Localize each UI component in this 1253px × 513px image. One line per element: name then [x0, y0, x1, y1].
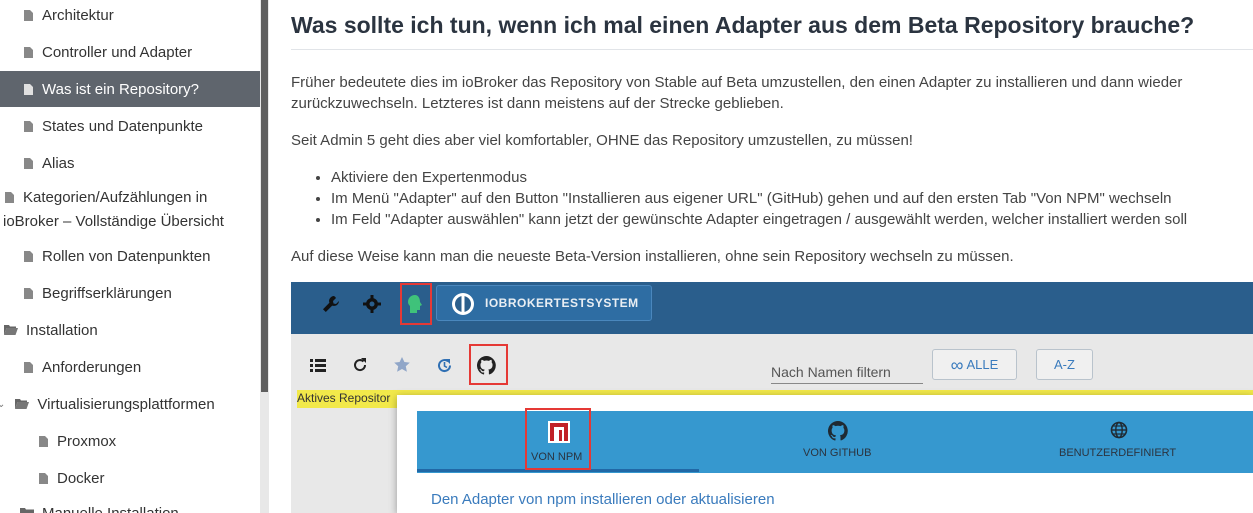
system-selector[interactable]: IOBROKERTESTSYSTEM — [436, 285, 652, 321]
document-icon — [39, 472, 48, 484]
sidebar-item-begriffe[interactable]: Begriffserklärungen — [24, 282, 172, 304]
iobroker-logo-icon — [452, 293, 474, 315]
paragraph-1: Früher bedeutete dies im ioBroker das Re… — [291, 72, 1253, 114]
sidebar-item-label: Kategorien/Aufzählungen in — [23, 188, 208, 206]
sidebar-item-label: Anforderungen — [42, 358, 142, 376]
sidebar-nav: Architektur Controller und Adapter Was i… — [0, 0, 260, 513]
tab-benutzerdefiniert[interactable]: BENUTZERDEFINIERT — [1057, 409, 1187, 469]
sidebar-item-kategorien[interactable]: Kategorien/Aufzählungen in — [5, 186, 207, 208]
list-item: Im Feld "Adapter auswählen" kann jetzt d… — [331, 209, 1253, 230]
tab-von-github[interactable]: VON GITHUB — [797, 409, 887, 469]
paragraph-2: Seit Admin 5 geht dies aber viel komfort… — [291, 132, 913, 149]
sidebar-item-virtualisierung[interactable]: ⌄ Virtualisierungsplattformen — [0, 393, 215, 415]
sidebar-item-label: States und Datenpunkte — [42, 117, 203, 135]
system-name: IOBROKERTESTSYSTEM — [485, 296, 639, 310]
document-icon — [24, 46, 33, 58]
sidebar-item-manuell[interactable]: Manuelle Installation — [20, 502, 179, 513]
button-label: ALLE — [966, 357, 999, 372]
wrench-icon[interactable] — [321, 294, 341, 314]
document-icon — [5, 191, 14, 203]
sidebar-item-label: ioBroker – Vollständige Übersicht — [3, 212, 224, 230]
divider — [291, 49, 1253, 50]
sidebar-item-label: Docker — [57, 469, 105, 487]
list-item: Aktiviere den Expertenmodus — [331, 167, 1253, 188]
page-title: Was sollte ich tun, wenn ich mal einen A… — [291, 12, 1195, 38]
sidebar-item-states[interactable]: States und Datenpunkte — [24, 115, 203, 137]
tab-label: VON GITHUB — [803, 447, 872, 459]
paragraph-1-line-1: Früher bedeutete dies im ioBroker das Re… — [291, 74, 1183, 91]
sidebar-item-label: Installation — [26, 321, 98, 339]
document-icon — [24, 361, 33, 373]
folder-open-icon — [15, 399, 30, 409]
globe-icon — [1110, 421, 1128, 439]
sidebar-item-repository[interactable]: Was ist ein Repository? — [0, 71, 260, 107]
github-icon — [828, 421, 848, 441]
sidebar-item-controller[interactable]: Controller und Adapter — [24, 41, 192, 63]
document-icon — [39, 435, 48, 447]
sidebar-item-alias[interactable]: Alias — [24, 152, 75, 174]
sidebar-item-kategorien-line2[interactable]: ioBroker – Vollständige Übersicht — [3, 210, 224, 232]
sidebar-item-rollen[interactable]: Rollen von Datenpunkten — [24, 245, 210, 267]
paragraph-1-line-2: zurückzuwechseln. Letzteres ist dann mei… — [291, 95, 784, 112]
list-view-icon[interactable] — [310, 358, 326, 372]
sidebar-item-label: Begriffserklärungen — [42, 284, 172, 302]
document-icon — [24, 83, 33, 95]
sidebar-item-label: Controller und Adapter — [42, 43, 193, 61]
bullet-list: Aktiviere den Expertenmodus Im Menü "Ada… — [291, 167, 1253, 230]
update-icon[interactable] — [436, 357, 453, 374]
sidebar-item-label: Proxmox — [57, 432, 117, 450]
document-icon — [24, 9, 33, 21]
sidebar-item-architektur[interactable]: Architektur — [24, 4, 114, 26]
sidebar-item-anforderungen[interactable]: Anforderungen — [24, 356, 141, 378]
sidebar-scrollbar-thumb[interactable] — [261, 0, 268, 392]
chevron-down-icon[interactable]: ⌄ — [0, 399, 5, 410]
sidebar-item-proxmox[interactable]: Proxmox — [39, 430, 116, 452]
sidebar-item-label: Virtualisierungsplattformen — [37, 395, 215, 413]
filter-all-button[interactable]: ∞ ALLE — [932, 349, 1017, 380]
folder-icon — [20, 508, 34, 513]
document-icon — [24, 120, 33, 132]
highlight-box — [400, 283, 432, 325]
highlight-box — [525, 408, 591, 470]
document-icon — [24, 250, 33, 262]
paragraph-3: Auf diese Weise kann man die neueste Bet… — [291, 248, 1014, 265]
highlight-box — [469, 344, 508, 385]
embedded-screenshot: IOBROKERTESTSYSTEM Nach Namen filtern ∞ … — [291, 282, 1253, 513]
dialog-heading: Den Adapter von npm installieren oder ak… — [431, 491, 775, 508]
list-item: Im Menü "Adapter" auf den Button "Instal… — [331, 188, 1253, 209]
article-content: Was sollte ich tun, wenn ich mal einen A… — [291, 0, 1253, 513]
repository-label: Aktives Repositor — [297, 391, 391, 405]
sidebar-item-label: Manuelle Installation — [42, 504, 179, 513]
sidebar-item-label: Alias — [42, 154, 75, 172]
document-icon — [24, 287, 33, 299]
infinity-icon: ∞ — [950, 354, 964, 375]
folder-open-icon — [4, 325, 18, 335]
sort-az-button[interactable]: A-Z — [1036, 349, 1093, 380]
tab-label: BENUTZERDEFINIERT — [1059, 447, 1177, 459]
sidebar-item-label: Rollen von Datenpunkten — [42, 247, 211, 265]
gear-icon[interactable] — [363, 295, 381, 313]
document-icon — [24, 157, 33, 169]
filter-input[interactable]: Nach Namen filtern — [771, 364, 923, 384]
sidebar-item-label: Architektur — [42, 6, 114, 24]
sidebar-item-docker[interactable]: Docker — [39, 467, 105, 489]
refresh-icon[interactable] — [352, 357, 368, 373]
star-icon[interactable] — [393, 356, 411, 374]
sidebar-item-label: Was ist ein Repository? — [42, 80, 200, 98]
sidebar-item-installation[interactable]: Installation — [4, 319, 98, 341]
